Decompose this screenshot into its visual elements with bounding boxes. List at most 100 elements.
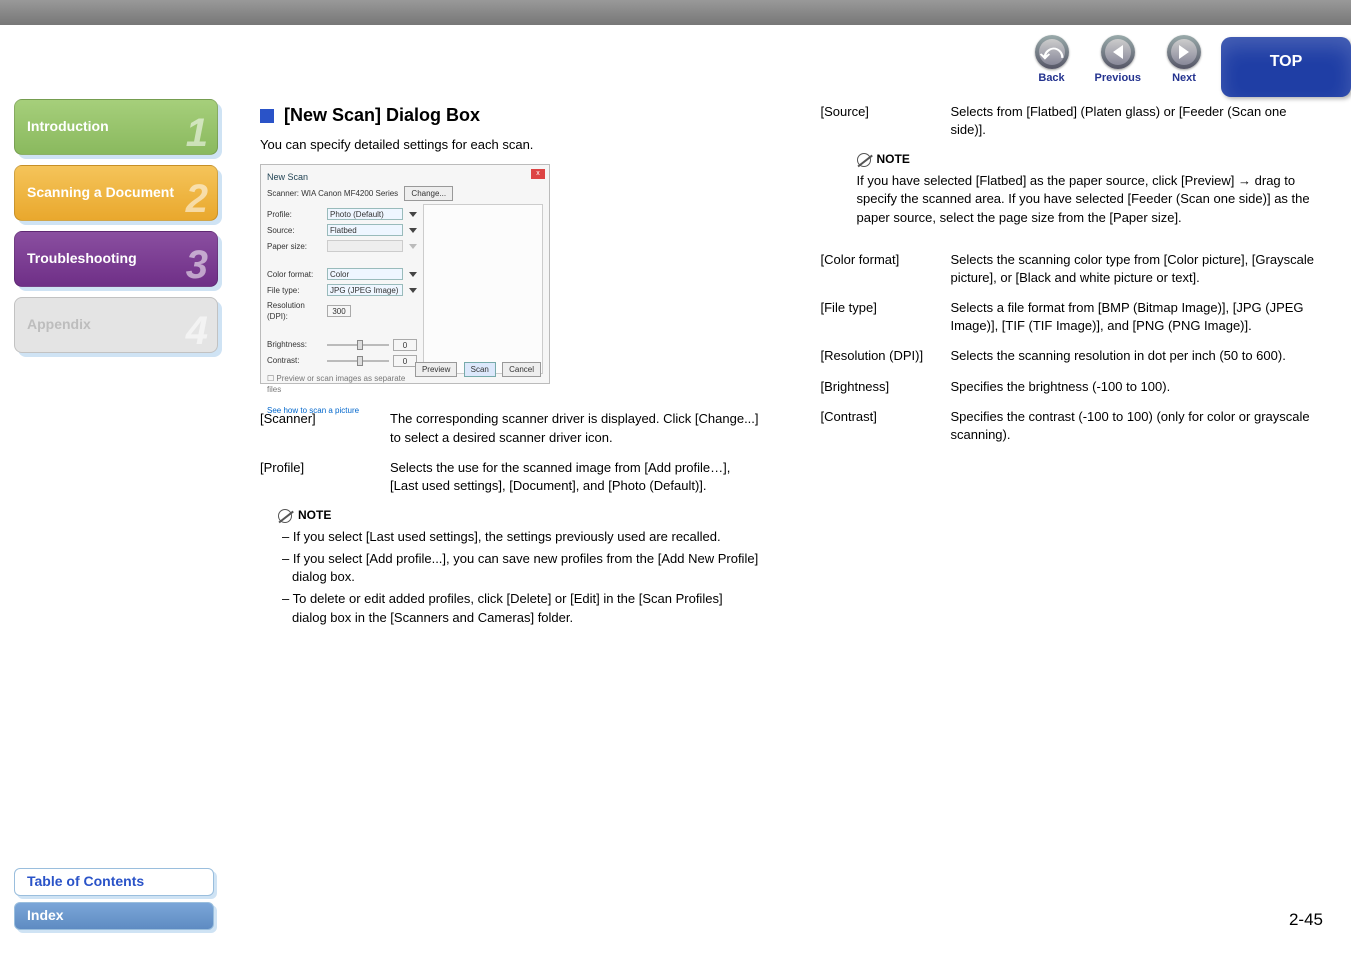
preview-button[interactable]: Preview: [415, 362, 457, 377]
change-button[interactable]: Change...: [404, 186, 453, 201]
note-label: NOTE: [298, 507, 331, 524]
note-heading: NOTE: [278, 507, 761, 524]
separate-files-checkbox[interactable]: ☐ Preview or scan images as separate fil…: [267, 373, 417, 395]
def-value: Selects the use for the scanned image fr…: [390, 459, 761, 495]
main: [New Scan] Dialog Box You can specify de…: [230, 85, 1351, 875]
back-label: Back: [1038, 71, 1064, 86]
footer: Table of Contents Index: [14, 868, 214, 936]
note-text: If you have selected [Flatbed] as the pa…: [857, 172, 1322, 227]
top-label: TOP: [1270, 51, 1303, 73]
def-key: [Resolution (DPI)]: [821, 347, 951, 365]
filetype-label: File type:: [267, 285, 323, 296]
note-item: If you select [Add profile...], you can …: [282, 550, 761, 586]
contrast-row: Contrast: 0: [267, 355, 417, 367]
note-list: If you select [Last used settings], the …: [278, 528, 761, 627]
sidebar-item-label: Scanning a Document: [27, 183, 174, 203]
def-key: [Brightness]: [821, 378, 951, 396]
source-select[interactable]: Flatbed: [327, 224, 403, 236]
brightness-slider[interactable]: [327, 344, 389, 346]
chevron-down-icon: [409, 272, 417, 277]
sidebar-item-troubleshooting[interactable]: Troubleshooting 3: [14, 231, 218, 287]
dialog-actions: Preview Scan Cancel: [411, 362, 541, 377]
back-icon: ⤺: [1035, 35, 1069, 69]
chevron-down-icon: [409, 212, 417, 217]
def-contrast: [Contrast] Specifies the contrast (-100 …: [821, 408, 1322, 444]
colorfmt-select[interactable]: Color: [327, 268, 403, 280]
filetype-row: File type: JPG (JPEG Image): [267, 284, 417, 296]
dialog-left: Profile: Photo (Default) Source: Flatbed…: [267, 204, 417, 416]
sidebar-item-label: Appendix: [27, 315, 91, 335]
sidebar-item-label: Troubleshooting: [27, 249, 137, 269]
next-button[interactable]: Next: [1167, 35, 1201, 86]
new-scan-dialog: New Scan x Scanner: WIA Canon MF4200 Ser…: [260, 164, 550, 384]
brightness-value[interactable]: 0: [393, 339, 417, 351]
section-intro: You can specify detailed settings for ea…: [260, 136, 761, 154]
note-item: To delete or edit added profiles, click …: [282, 590, 761, 626]
scan-button[interactable]: Scan: [464, 362, 496, 377]
def-filetype: [File type] Selects a file format from […: [821, 299, 1322, 335]
def-value: Selects the scanning color type from [Co…: [951, 251, 1322, 287]
column-right: [Source] Selects from [Flatbed] (Platen …: [821, 103, 1322, 857]
resolution-label: Resolution (DPI):: [267, 300, 323, 322]
chevron-down-icon: [409, 244, 417, 249]
note-heading: NOTE: [857, 151, 1322, 168]
next-icon: [1167, 35, 1201, 69]
page-number: 2-45: [1289, 908, 1323, 932]
sidebar: Introduction 1 Scanning a Document 2 Tro…: [0, 85, 230, 875]
index-button[interactable]: Index: [14, 902, 214, 930]
note-item: If you select [Last used settings], the …: [282, 528, 761, 546]
papersize-label: Paper size:: [267, 241, 323, 252]
def-value: Specifies the brightness (-100 to 100).: [951, 378, 1322, 396]
previous-icon: [1101, 35, 1135, 69]
scanner-line: Scanner: WIA Canon MF4200 Series Change.…: [267, 186, 543, 201]
section-title: [New Scan] Dialog Box: [260, 103, 761, 128]
note-icon: [857, 153, 871, 167]
sidebar-item-label: Introduction: [27, 117, 109, 137]
colorfmt-row: Color format: Color: [267, 268, 417, 280]
note-label: NOTE: [877, 151, 910, 168]
bullet-square-icon: [260, 109, 274, 123]
sidebar-item-number: 3: [186, 237, 208, 293]
column-left: [New Scan] Dialog Box You can specify de…: [260, 103, 761, 857]
close-icon[interactable]: x: [531, 169, 545, 179]
brightness-row: Brightness: 0: [267, 339, 417, 351]
def-value: Selects a file format from [BMP (Bitmap …: [951, 299, 1322, 335]
profile-label: Profile:: [267, 209, 323, 220]
content: Introduction 1 Scanning a Document 2 Tro…: [0, 85, 1351, 875]
sidebar-item-number: 2: [186, 171, 208, 227]
contrast-label: Contrast:: [267, 355, 323, 366]
preview-area: [423, 204, 543, 374]
top-button[interactable]: TOP: [1221, 37, 1351, 97]
def-colorformat: [Color format] Selects the scanning colo…: [821, 251, 1322, 287]
topbar: [0, 0, 1351, 25]
source-row: Source: Flatbed: [267, 224, 417, 236]
previous-label: Previous: [1095, 71, 1141, 86]
previous-button[interactable]: Previous: [1095, 35, 1141, 86]
back-button[interactable]: ⤺ Back: [1035, 35, 1069, 86]
sidebar-item-number: 1: [186, 105, 208, 161]
sidebar-item-introduction[interactable]: Introduction 1: [14, 99, 218, 155]
toc-button[interactable]: Table of Contents: [14, 868, 214, 896]
def-value: Specifies the contrast (-100 to 100) (on…: [951, 408, 1322, 444]
note-block-right: NOTE If you have selected [Flatbed] as t…: [857, 151, 1322, 226]
def-profile: [Profile] Selects the use for the scanne…: [260, 459, 761, 495]
note-block-left: NOTE If you select [Last used settings],…: [278, 507, 761, 627]
cancel-button[interactable]: Cancel: [502, 362, 541, 377]
sidebar-item-appendix[interactable]: Appendix 4: [14, 297, 218, 353]
source-label: Source:: [267, 225, 323, 236]
toc-label: Table of Contents: [27, 872, 144, 892]
index-label: Index: [27, 906, 64, 926]
resolution-input[interactable]: 300: [327, 305, 351, 317]
help-link[interactable]: See how to scan a picture: [267, 405, 417, 416]
def-key: [File type]: [821, 299, 951, 335]
profile-select[interactable]: Photo (Default): [327, 208, 403, 220]
contrast-slider[interactable]: [327, 360, 389, 362]
brightness-label: Brightness:: [267, 339, 323, 350]
filetype-select[interactable]: JPG (JPEG Image): [327, 284, 403, 296]
dialog-title: New Scan: [267, 171, 543, 184]
next-label: Next: [1172, 71, 1196, 86]
papersize-select: [327, 240, 403, 252]
sidebar-item-scanning[interactable]: Scanning a Document 2: [14, 165, 218, 221]
def-key: [Color format]: [821, 251, 951, 287]
papersize-row: Paper size:: [267, 240, 417, 252]
